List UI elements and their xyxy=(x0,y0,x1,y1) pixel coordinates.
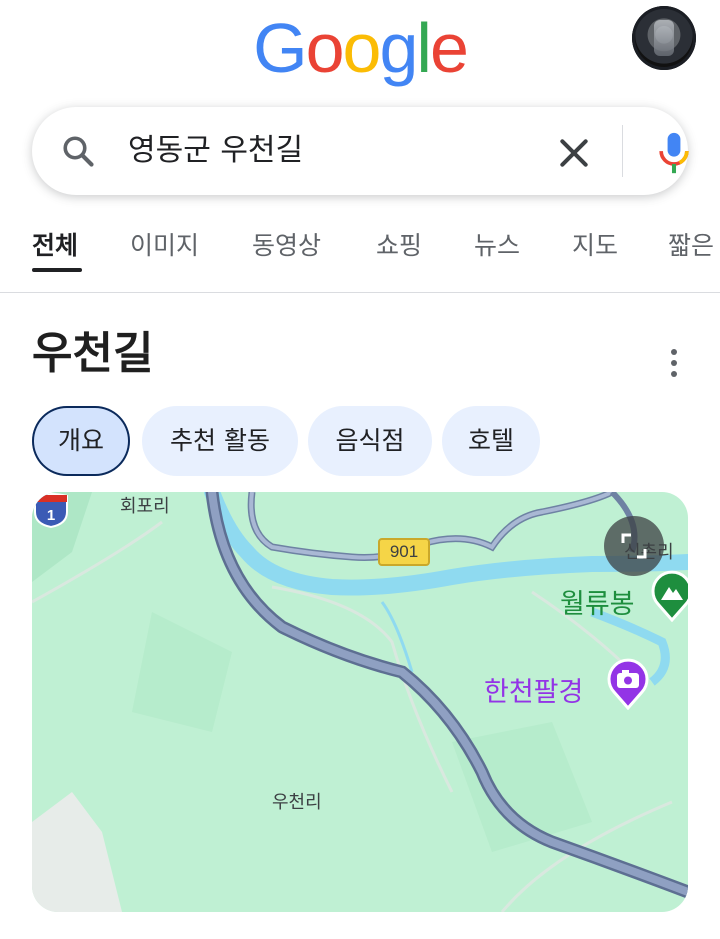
tab-shopping[interactable]: 쇼핑 xyxy=(376,226,422,262)
logo-letter-g: G xyxy=(253,9,307,87)
route-1-shield: 1 xyxy=(34,493,68,528)
tab-videos[interactable]: 동영상 xyxy=(252,226,321,262)
result-title: 우천길 xyxy=(32,328,154,379)
chip-overview[interactable]: 개요 xyxy=(32,406,130,476)
chip-hotels[interactable]: 호텔 xyxy=(442,406,540,476)
tab-images[interactable]: 이미지 xyxy=(130,226,199,262)
google-logo: Google xyxy=(0,10,720,86)
tab-news[interactable]: 뉴스 xyxy=(474,226,520,262)
logo-letter-l: l xyxy=(416,9,432,87)
camera-icon[interactable] xyxy=(606,658,650,710)
fullscreen-icon xyxy=(621,533,647,559)
search-bar[interactable]: 영동군 우천길 xyxy=(32,107,689,195)
microphone-icon[interactable] xyxy=(652,129,696,177)
search-tabs: 전체 이미지 동영상 쇼핑 뉴스 지도 짧은 xyxy=(0,220,720,293)
logo-letter-o1: o xyxy=(305,9,345,87)
map-graphic xyxy=(32,492,688,912)
mountain-icon[interactable] xyxy=(650,570,688,622)
logo-letter-o2: o xyxy=(342,9,382,87)
poi-wollyubong[interactable]: 월류봉 xyxy=(560,582,635,621)
chip-activities[interactable]: 추천 활동 xyxy=(142,406,298,476)
route-1-number: 1 xyxy=(47,507,55,524)
route-901-shield: 901 xyxy=(378,538,430,566)
search-icon xyxy=(63,136,94,167)
search-input[interactable]: 영동군 우천길 xyxy=(128,131,303,171)
logo-letter-e: e xyxy=(429,9,469,87)
expand-map-button[interactable] xyxy=(604,516,664,576)
more-options-icon[interactable] xyxy=(664,344,684,384)
active-tab-indicator xyxy=(32,268,82,272)
close-icon[interactable] xyxy=(554,133,594,173)
poi-hancheonpalgyeong[interactable]: 한천팔경 xyxy=(484,670,583,709)
tab-shorts[interactable]: 짧은 xyxy=(668,226,714,262)
tab-all[interactable]: 전체 xyxy=(32,226,78,262)
map-panel[interactable]: 회포리 우천리 신촌리 901 1 월류봉 한천팔경 xyxy=(32,492,688,912)
avatar[interactable] xyxy=(632,6,696,70)
map-label-ucheon: 우천리 xyxy=(272,792,322,813)
logo-letter-g2: g xyxy=(379,9,418,87)
search-divider xyxy=(622,125,623,177)
tab-maps[interactable]: 지도 xyxy=(572,226,618,262)
map-label-hoepo: 회포리 xyxy=(120,496,170,517)
chip-restaurants[interactable]: 음식점 xyxy=(308,406,432,476)
